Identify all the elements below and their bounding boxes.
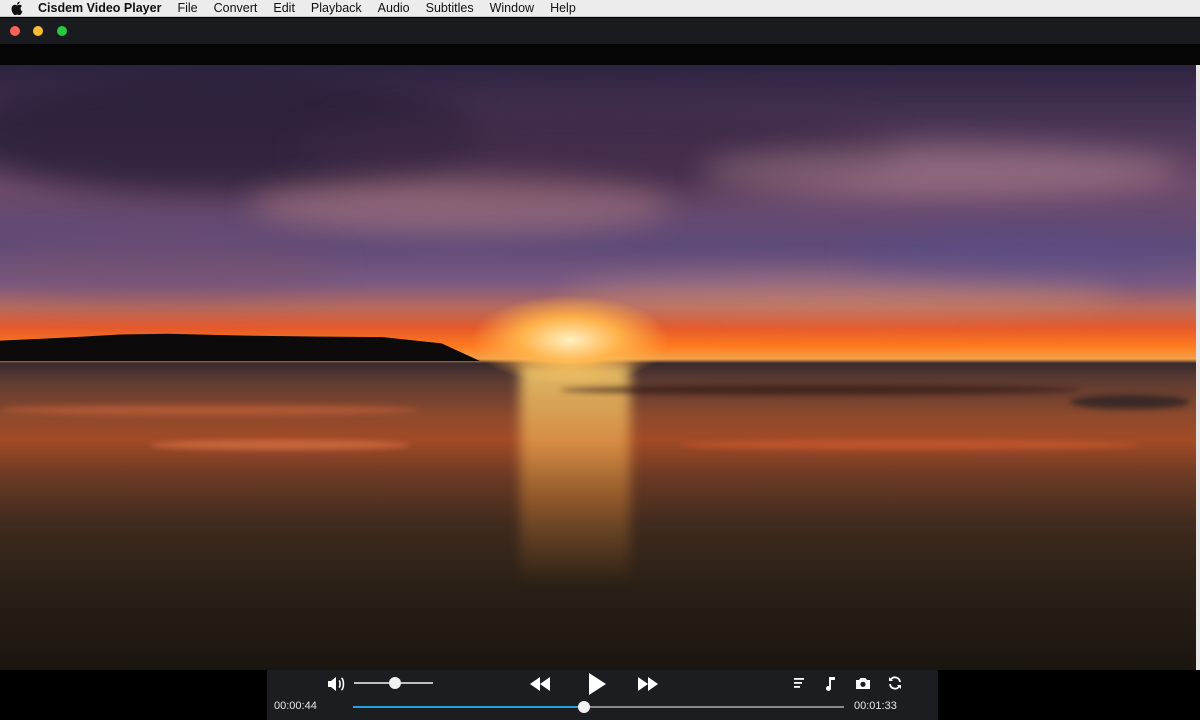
video-frame[interactable] xyxy=(0,65,1196,670)
menu-convert[interactable]: Convert xyxy=(214,0,258,17)
menu-edit[interactable]: Edit xyxy=(273,0,295,17)
play-icon[interactable] xyxy=(585,671,609,697)
menu-subtitles[interactable]: Subtitles xyxy=(426,0,474,17)
music-note-icon[interactable] xyxy=(822,673,838,693)
letterbox-top xyxy=(0,44,1200,65)
menu-file[interactable]: File xyxy=(177,0,197,17)
seek-bar-progress xyxy=(353,706,584,708)
menu-help[interactable]: Help xyxy=(550,0,576,17)
current-time-label: 00:00:44 xyxy=(274,700,317,712)
apple-icon[interactable] xyxy=(10,1,24,15)
playback-controls: 00:00:44 00:01:33 xyxy=(267,670,938,720)
minimize-window-button[interactable] xyxy=(33,26,43,36)
fast-forward-icon[interactable] xyxy=(635,673,661,695)
window-edge xyxy=(1196,65,1200,670)
seek-bar-knob[interactable] xyxy=(577,701,590,713)
loop-icon[interactable] xyxy=(885,673,905,693)
volume-icon[interactable] xyxy=(325,673,347,695)
menu-playback[interactable]: Playback xyxy=(311,0,362,17)
duration-label: 00:01:33 xyxy=(854,700,897,712)
menu-bar: Cisdem Video Player File Convert Edit Pl… xyxy=(0,0,1200,17)
menu-window[interactable]: Window xyxy=(490,0,534,17)
volume-slider-knob[interactable] xyxy=(389,677,401,689)
rewind-icon[interactable] xyxy=(527,673,553,695)
menu-app-name[interactable]: Cisdem Video Player xyxy=(38,0,161,17)
close-window-button[interactable] xyxy=(10,26,20,36)
playlist-icon[interactable] xyxy=(791,674,807,692)
window-titlebar xyxy=(0,18,1200,44)
sun-reflection xyxy=(520,365,630,585)
camera-icon[interactable] xyxy=(853,674,873,692)
tree-silhouette xyxy=(0,333,480,361)
zoom-window-button[interactable] xyxy=(57,26,67,36)
menu-audio[interactable]: Audio xyxy=(378,0,410,17)
seek-bar-track[interactable] xyxy=(353,706,844,708)
